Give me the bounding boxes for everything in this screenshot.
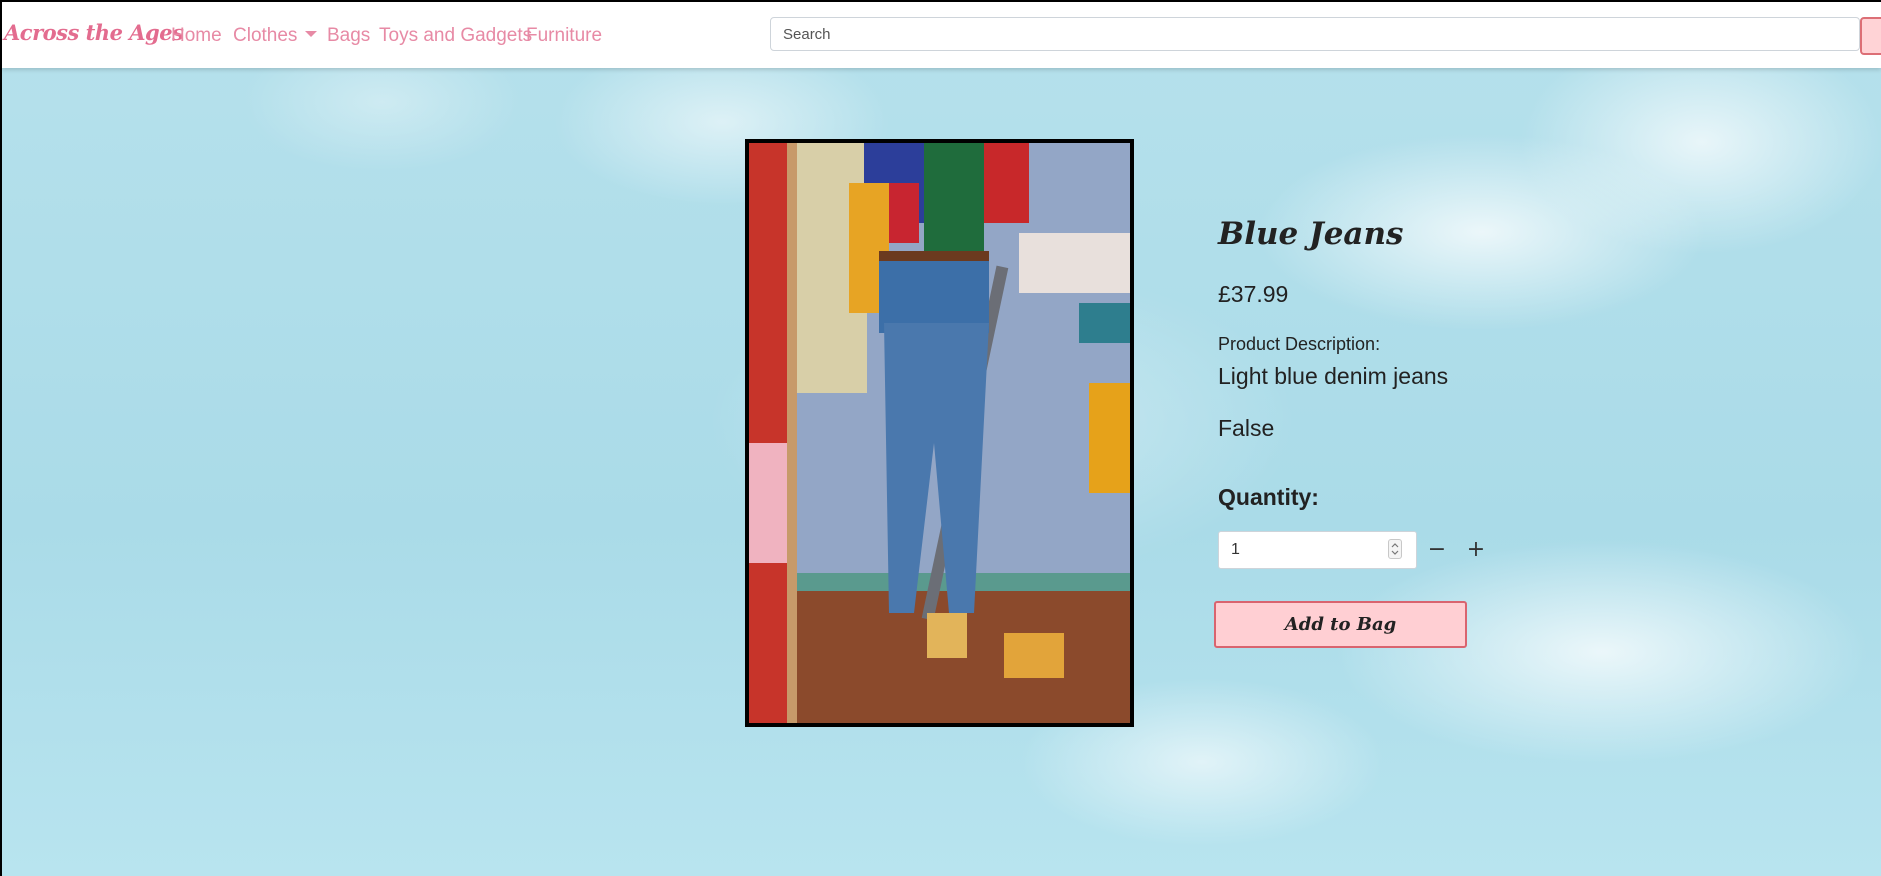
product-flag-text: False xyxy=(1218,415,1275,441)
chevron-down-icon xyxy=(305,30,318,37)
nav-toys-link[interactable]: Toys and Gadgets xyxy=(379,25,532,47)
product-image xyxy=(745,139,1134,727)
nav-clothes-dropdown[interactable]: Clothes xyxy=(233,25,318,47)
add-to-bag-button[interactable]: Add to Bag xyxy=(1214,601,1467,648)
search-input[interactable] xyxy=(770,17,1860,51)
nav-bags-link[interactable]: Bags xyxy=(327,25,370,47)
quantity-increment-button[interactable]: + xyxy=(1462,536,1490,564)
product-description: Light blue denim jeans xyxy=(1218,363,1449,389)
spinner-arrows-icon xyxy=(1391,543,1399,555)
search-button[interactable] xyxy=(1860,17,1881,55)
product-title: Blue Jeans xyxy=(1218,216,1404,252)
product-price: £37.99 xyxy=(1218,281,1289,307)
nav-home-link[interactable]: Home xyxy=(171,25,222,47)
description-label: Product Description: xyxy=(1218,334,1381,354)
brand-logo[interactable]: Across the Ages xyxy=(4,20,184,45)
nav-clothes-label: Clothes xyxy=(233,25,298,46)
page-background: Across the Ages Home Clothes Bags Toys a… xyxy=(2,2,1881,876)
nav-furniture-link[interactable]: Furniture xyxy=(526,25,602,47)
quantity-decrement-button[interactable]: − xyxy=(1423,536,1451,564)
product-photo xyxy=(749,143,1130,723)
quantity-label: Quantity: xyxy=(1218,484,1319,510)
quantity-spinner[interactable] xyxy=(1388,539,1402,559)
navbar: Across the Ages Home Clothes Bags Toys a… xyxy=(2,2,1881,68)
